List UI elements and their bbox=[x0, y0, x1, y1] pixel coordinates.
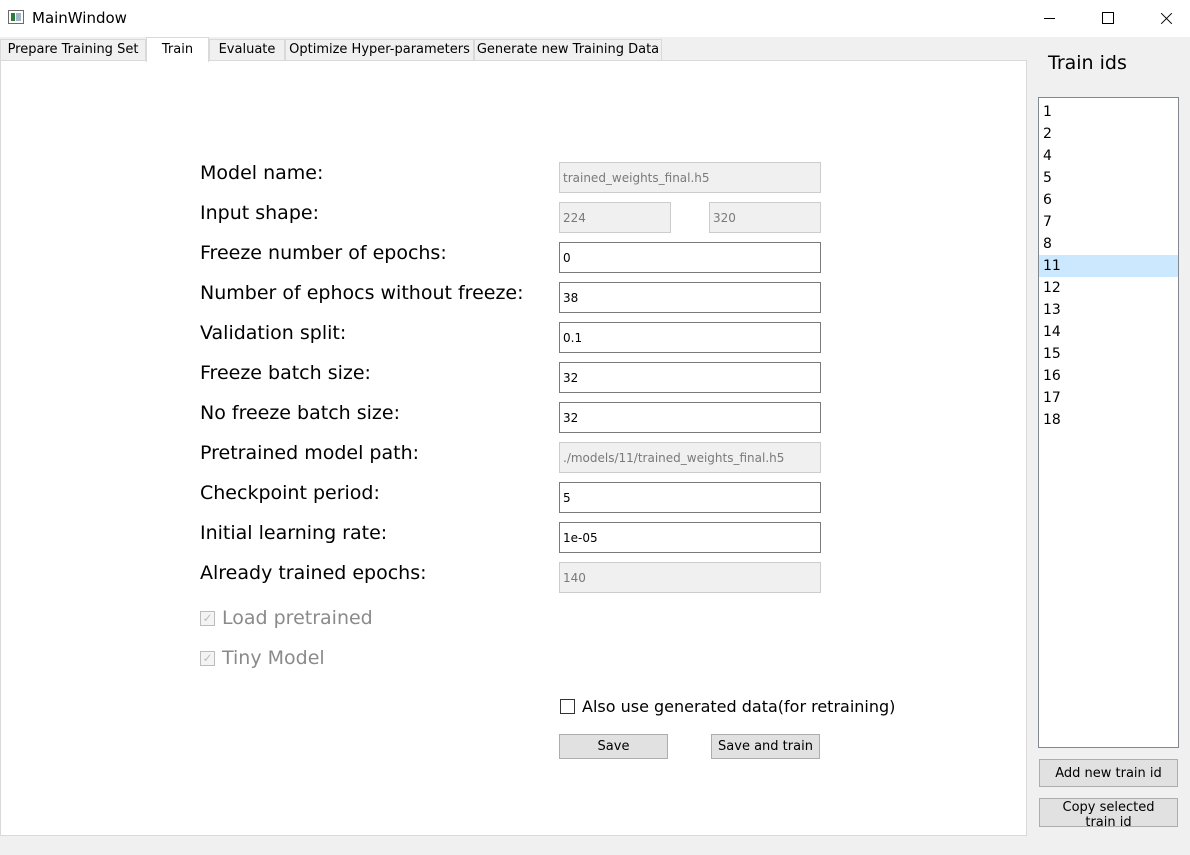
train-id-item[interactable]: 12 bbox=[1039, 277, 1178, 299]
tab-evaluate[interactable]: Evaluate bbox=[209, 39, 285, 60]
freeze-batch-field[interactable] bbox=[559, 362, 821, 393]
input-shape-label: Input shape: bbox=[200, 202, 319, 224]
add-train-id-button[interactable]: Add new train id bbox=[1039, 759, 1178, 787]
freeze-epochs-label: Freeze number of epochs: bbox=[200, 242, 447, 264]
train-id-item[interactable]: 14 bbox=[1039, 321, 1178, 343]
validation-split-label: Validation split: bbox=[200, 322, 347, 344]
use-generated-data-checkbox[interactable]: Also use generated data(for retraining) bbox=[560, 697, 895, 716]
tab-generate-training-data[interactable]: Generate new Training Data bbox=[474, 39, 662, 60]
train-ids-list[interactable]: 1 2 4 5 6 7 8 11 12 13 14 15 16 17 18 bbox=[1038, 97, 1179, 748]
tab-train[interactable]: Train bbox=[146, 37, 209, 62]
learning-rate-label: Initial learning rate: bbox=[200, 522, 388, 544]
title-bar: MainWindow bbox=[0, 0, 1190, 37]
train-id-item[interactable]: 1 bbox=[1039, 101, 1178, 123]
epochs-no-freeze-label: Number of ephocs without freeze: bbox=[200, 282, 524, 304]
train-id-item[interactable]: 15 bbox=[1039, 343, 1178, 365]
learning-rate-field[interactable] bbox=[559, 522, 821, 553]
no-freeze-batch-field[interactable] bbox=[559, 402, 821, 433]
train-id-item[interactable]: 11 bbox=[1039, 255, 1178, 277]
train-id-item[interactable]: 7 bbox=[1039, 211, 1178, 233]
tab-prepare-training-set[interactable]: Prepare Training Set bbox=[0, 39, 146, 60]
tiny-model-label: Tiny Model bbox=[222, 647, 325, 669]
validation-split-field[interactable] bbox=[559, 322, 821, 353]
pretrained-path-field bbox=[559, 442, 821, 473]
maximize-icon[interactable] bbox=[1078, 0, 1136, 37]
checkmark-icon: ✓ bbox=[200, 650, 215, 666]
no-freeze-batch-label: No freeze batch size: bbox=[200, 402, 400, 424]
tiny-model-checkbox: ✓ Tiny Model bbox=[200, 647, 325, 669]
trained-epochs-label: Already trained epochs: bbox=[200, 562, 427, 584]
freeze-epochs-field[interactable] bbox=[559, 242, 821, 273]
train-id-item[interactable]: 5 bbox=[1039, 167, 1178, 189]
trained-epochs-field bbox=[559, 562, 821, 593]
train-id-item[interactable]: 2 bbox=[1039, 123, 1178, 145]
train-id-item[interactable]: 18 bbox=[1039, 409, 1178, 431]
minimize-icon[interactable] bbox=[1020, 0, 1078, 37]
input-shape-height-field bbox=[709, 202, 821, 233]
close-icon[interactable] bbox=[1136, 0, 1190, 37]
window-title: MainWindow bbox=[32, 9, 127, 27]
model-name-label: Model name: bbox=[200, 162, 324, 184]
checkmark-icon: ✓ bbox=[200, 610, 215, 626]
train-id-item[interactable]: 13 bbox=[1039, 299, 1178, 321]
checkbox-icon[interactable] bbox=[560, 699, 575, 714]
tab-optimize-hyper-parameters[interactable]: Optimize Hyper-parameters bbox=[285, 39, 474, 60]
train-id-item[interactable]: 4 bbox=[1039, 145, 1178, 167]
epochs-no-freeze-field[interactable] bbox=[559, 282, 821, 313]
load-pretrained-checkbox: ✓ Load pretrained bbox=[200, 607, 373, 629]
app-window-icon bbox=[8, 10, 24, 24]
train-id-item[interactable]: 16 bbox=[1039, 365, 1178, 387]
save-button[interactable]: Save bbox=[559, 734, 668, 759]
pretrained-path-label: Pretrained model path: bbox=[200, 442, 420, 464]
status-bar bbox=[0, 836, 1190, 855]
train-ids-title: Train ids bbox=[1048, 52, 1127, 74]
train-tab-panel bbox=[0, 60, 1027, 836]
save-and-train-button[interactable]: Save and train bbox=[711, 734, 820, 759]
train-id-item[interactable]: 8 bbox=[1039, 233, 1178, 255]
checkpoint-period-label: Checkpoint period: bbox=[200, 482, 380, 504]
checkpoint-period-field[interactable] bbox=[559, 482, 821, 513]
input-shape-width-field bbox=[559, 202, 671, 233]
copy-train-id-button[interactable]: Copy selected train id bbox=[1039, 798, 1178, 830]
use-generated-data-label[interactable]: Also use generated data(for retraining) bbox=[582, 697, 895, 716]
load-pretrained-label: Load pretrained bbox=[222, 607, 373, 629]
model-name-field bbox=[559, 162, 821, 193]
train-id-item[interactable]: 6 bbox=[1039, 189, 1178, 211]
train-id-item[interactable]: 17 bbox=[1039, 387, 1178, 409]
freeze-batch-label: Freeze batch size: bbox=[200, 362, 371, 384]
